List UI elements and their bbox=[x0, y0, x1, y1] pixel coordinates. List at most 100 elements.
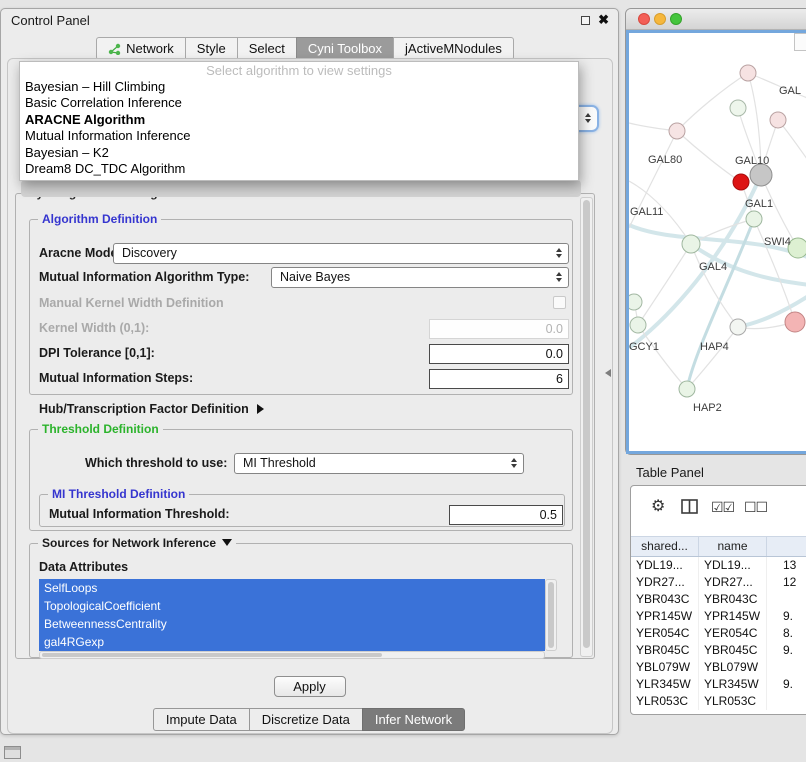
network-node[interactable] bbox=[629, 294, 642, 310]
algorithm-dropdown-list: Bayesian – Hill ClimbingBasic Correlatio… bbox=[20, 79, 578, 177]
sources-toggle[interactable]: Sources for Network Inference bbox=[38, 536, 236, 550]
close-icon[interactable]: ✖ bbox=[598, 12, 609, 28]
tab-select[interactable]: Select bbox=[237, 37, 297, 60]
apply-button[interactable]: Apply bbox=[274, 676, 346, 697]
list-horizontal-scrollbar[interactable] bbox=[39, 651, 545, 659]
column-header-extra[interactable] bbox=[767, 537, 806, 556]
table-row[interactable]: YBL079WYBL079W bbox=[631, 659, 806, 676]
close-traffic-light[interactable] bbox=[638, 13, 650, 25]
algorithm-option[interactable]: Basic Correlation Inference bbox=[20, 95, 578, 111]
table-cell: YBL079W bbox=[631, 659, 699, 676]
table-row[interactable]: YLR345WYLR345W9. bbox=[631, 676, 806, 693]
algorithm-option[interactable]: Bayesian – K2 bbox=[20, 145, 578, 161]
table-row[interactable]: YPR145WYPR145W9. bbox=[631, 608, 806, 625]
data-attributes-label: Data Attributes bbox=[39, 560, 128, 574]
network-scrollbar-corner[interactable] bbox=[794, 33, 806, 51]
table-row[interactable]: YBR045CYBR045C9. bbox=[631, 642, 806, 659]
mi-threshold-label: Mutual Information Threshold: bbox=[49, 507, 230, 521]
up-arrow-icon bbox=[511, 458, 517, 462]
table-row[interactable]: YDL19...YDL19...13 bbox=[631, 557, 806, 574]
table-row[interactable]: YER054CYER054C8. bbox=[631, 625, 806, 642]
table-body: YDL19...YDL19...13YDR27...YDR27...12YBR0… bbox=[631, 557, 806, 714]
network-node[interactable] bbox=[730, 100, 746, 116]
mi-threshold-field[interactable]: 0.5 bbox=[449, 505, 563, 525]
table-cell: YDL19... bbox=[631, 557, 699, 574]
down-arrow-icon bbox=[556, 278, 562, 282]
network-node[interactable] bbox=[630, 317, 646, 333]
dropdown-value: Discovery bbox=[122, 246, 177, 260]
list-vertical-scrollbar[interactable] bbox=[545, 579, 557, 651]
algorithm-option[interactable]: Bayesian – Hill Climbing bbox=[20, 79, 578, 95]
dropdown-placeholder: Select algorithm to view settings bbox=[20, 62, 578, 79]
table-cell: 9. bbox=[767, 676, 806, 693]
minimize-traffic-light[interactable] bbox=[654, 13, 666, 25]
deselect-all-checkboxes-icon[interactable]: ☐☐ bbox=[744, 499, 767, 515]
network-node[interactable] bbox=[679, 381, 695, 397]
network-node[interactable] bbox=[733, 174, 749, 190]
network-node[interactable] bbox=[740, 65, 756, 81]
tab-label: Select bbox=[249, 41, 285, 56]
tab-label: Cyni Toolbox bbox=[308, 41, 382, 56]
group-title: MI Threshold Definition bbox=[48, 487, 189, 501]
column-header-name[interactable]: name bbox=[699, 537, 767, 556]
mi-steps-label: Mutual Information Steps: bbox=[39, 371, 193, 385]
network-node[interactable] bbox=[785, 312, 805, 332]
zoom-traffic-light[interactable] bbox=[670, 13, 682, 25]
network-canvas[interactable]: GAL80GALGAL10GAL11GAL1SWI4GAL4GCY1HAP4HA… bbox=[626, 30, 806, 454]
dpi-tolerance-label: DPI Tolerance [0,1]: bbox=[39, 346, 155, 360]
settings-scrollbar[interactable] bbox=[580, 197, 593, 657]
data-attribute-item[interactable]: BetweennessCentrality bbox=[39, 615, 545, 633]
tab-network[interactable]: Network bbox=[96, 37, 186, 60]
which-threshold-dropdown[interactable]: MI Threshold bbox=[234, 453, 524, 474]
tab-impute-data[interactable]: Impute Data bbox=[153, 708, 250, 731]
expand-down-icon bbox=[222, 539, 232, 546]
network-node[interactable] bbox=[669, 123, 685, 139]
table-row[interactable]: YLR053CYLR053C bbox=[631, 693, 806, 710]
panel-collapse-arrow-icon[interactable] bbox=[605, 369, 611, 377]
tab-cyni-toolbox[interactable]: Cyni Toolbox bbox=[296, 37, 394, 60]
tab-discretize-data[interactable]: Discretize Data bbox=[249, 708, 363, 731]
mi-type-dropdown[interactable]: Naive Bayes bbox=[271, 267, 569, 288]
network-node[interactable] bbox=[682, 235, 700, 253]
tab-label: jActiveMNodules bbox=[405, 41, 502, 56]
network-graph: GAL80GALGAL10GAL11GAL1SWI4GAL4GCY1HAP4HA… bbox=[629, 33, 806, 454]
network-edge bbox=[687, 327, 738, 389]
network-node[interactable] bbox=[730, 319, 746, 335]
network-node[interactable] bbox=[770, 112, 786, 128]
table-cell: YDL19... bbox=[699, 557, 767, 574]
table-cell: YBL079W bbox=[699, 659, 767, 676]
tab-style[interactable]: Style bbox=[185, 37, 238, 60]
gear-icon[interactable]: ⚙ bbox=[651, 499, 665, 515]
data-attribute-item[interactable]: TopologicalCoefficient bbox=[39, 597, 545, 615]
data-attribute-item[interactable]: SelfLoops bbox=[39, 579, 545, 597]
column-header-shared-name[interactable]: shared... bbox=[631, 537, 699, 556]
network-node[interactable] bbox=[746, 211, 762, 227]
table-row[interactable]: YDR27...YDR27...12 bbox=[631, 574, 806, 591]
algorithm-option[interactable]: Mutual Information Inference bbox=[20, 128, 578, 144]
table-row[interactable]: YBR043CYBR043C bbox=[631, 591, 806, 608]
tab-label: Network bbox=[126, 41, 174, 56]
algorithm-option[interactable]: ARACNE Algorithm bbox=[20, 112, 578, 128]
node-label: GCY1 bbox=[629, 341, 659, 353]
float-window-icon[interactable] bbox=[581, 16, 590, 25]
node-label: SWI4 bbox=[764, 236, 791, 248]
aracne-mode-label: Aracne Mode: bbox=[39, 246, 122, 260]
dpi-tolerance-field[interactable]: 0.0 bbox=[429, 344, 569, 364]
table-cell: YBR045C bbox=[699, 642, 767, 659]
aracne-mode-dropdown[interactable]: Discovery bbox=[113, 243, 569, 264]
mi-type-label: Mutual Information Algorithm Type: bbox=[39, 270, 249, 284]
algorithm-option[interactable]: Dream8 DC_TDC Algorithm bbox=[20, 161, 578, 177]
tab-jactivemodules[interactable]: jActiveMNodules bbox=[393, 37, 514, 60]
node-label: HAP2 bbox=[693, 402, 722, 414]
network-node[interactable] bbox=[750, 164, 772, 186]
columns-icon[interactable] bbox=[681, 499, 699, 515]
group-title: Algorithm Definition bbox=[38, 212, 161, 226]
mi-steps-field[interactable]: 6 bbox=[429, 369, 569, 389]
hidden-panel-icon[interactable] bbox=[4, 746, 21, 759]
hub-section-toggle[interactable]: Hub/Transcription Factor Definition bbox=[39, 402, 264, 416]
data-attribute-item[interactable]: gal4RGexp bbox=[39, 633, 545, 651]
tab-infer-network[interactable]: Infer Network bbox=[362, 708, 465, 731]
kernel-width-label: Kernel Width (0,1): bbox=[39, 321, 149, 335]
table-cell: YLR345W bbox=[631, 676, 699, 693]
select-all-checkboxes-icon[interactable]: ☑☑ bbox=[711, 499, 734, 515]
